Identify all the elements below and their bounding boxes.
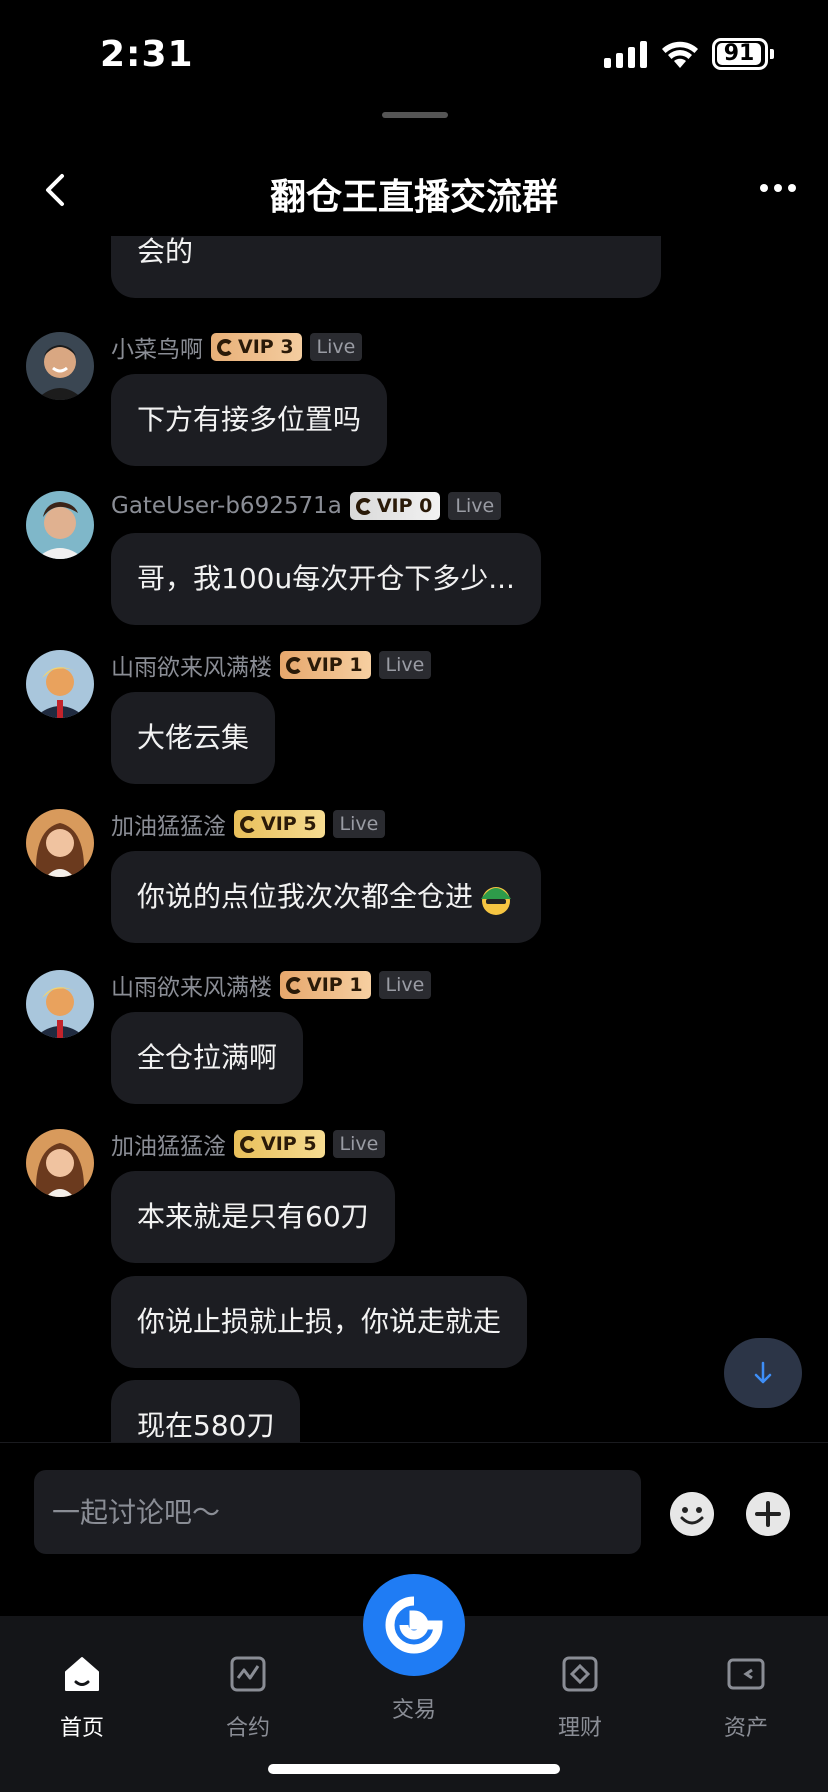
status-bar: 2:31 91 <box>0 0 828 100</box>
username[interactable]: 加油猛猛淦 <box>111 1127 226 1161</box>
message-bubble[interactable]: 大佬云集 <box>111 692 276 784</box>
emoji-icon[interactable] <box>670 1492 714 1536</box>
divider <box>0 1442 828 1443</box>
tab-home[interactable]: 首页 <box>22 1636 142 1742</box>
gate-logo-icon <box>240 1135 257 1153</box>
live-badge: Live <box>448 492 502 520</box>
tab-label: 理财 <box>557 1716 602 1741</box>
tab-finance[interactable]: 理财 <box>520 1636 640 1742</box>
message-bubble[interactable]: 下方有接多位置吗 <box>111 374 388 466</box>
tab-label: 资产 <box>723 1716 768 1741</box>
home-indicator <box>268 1764 560 1774</box>
chat-header: 翻仓王直播交流群 <box>0 150 828 230</box>
avatar[interactable] <box>26 970 94 1038</box>
live-badge: Live <box>332 810 386 838</box>
green-hat-emoji-icon <box>481 887 512 915</box>
gate-logo-icon <box>355 497 373 515</box>
message-meta: GateUser-b692571a VIP 0 Live <box>111 491 502 521</box>
message-meta: 加油猛猛淦 VIP 5 Live <box>111 807 386 841</box>
wifi-icon <box>662 41 698 68</box>
tab-trade-button[interactable] <box>363 1574 465 1676</box>
vip-badge: VIP 3 <box>211 333 302 361</box>
scroll-to-bottom-button[interactable] <box>724 1338 802 1408</box>
message-text: 你说的点位我次次都全仓进 <box>137 880 474 913</box>
message-bubble[interactable]: 哥，我100u每次开仓下多少... <box>111 533 541 625</box>
wallet-icon <box>727 1658 765 1690</box>
tab-label: 合约 <box>225 1716 270 1741</box>
message-bubble[interactable]: 你说止损就止损，你说走就走 <box>111 1276 528 1368</box>
message-meta: 小菜鸟啊 VIP 3 Live <box>111 330 363 364</box>
username[interactable]: 小菜鸟啊 <box>111 330 203 364</box>
username[interactable]: 加油猛猛淦 <box>111 807 226 841</box>
message-meta: 加油猛猛淦 VIP 5 Live <box>111 1127 386 1161</box>
message-meta: 山雨欲来风满楼 VIP 1 Live <box>111 648 432 682</box>
gate-logo-icon <box>286 656 303 674</box>
vip-badge: VIP 5 <box>234 1130 325 1158</box>
message-input[interactable] <box>34 1470 641 1554</box>
sheet-grab-handle[interactable] <box>382 112 448 118</box>
message-bubble[interactable]: 会的 <box>111 236 661 298</box>
gate-logo-icon <box>286 976 303 994</box>
vip-badge: VIP 1 <box>280 651 371 679</box>
message-bubble[interactable]: 本来就是只有60刀 <box>111 1171 395 1263</box>
live-badge: Live <box>378 971 432 999</box>
live-badge: Live <box>332 1130 386 1158</box>
message-input-container[interactable] <box>34 1470 641 1554</box>
finance-icon <box>562 1656 598 1692</box>
tab-label: 交易 <box>391 1698 436 1723</box>
avatar[interactable] <box>26 650 94 718</box>
chart-icon <box>230 1656 266 1692</box>
avatar[interactable] <box>26 332 94 400</box>
gate-logo-icon <box>217 338 234 356</box>
page-title: 翻仓王直播交流群 <box>269 177 558 218</box>
live-badge: Live <box>378 651 432 679</box>
username[interactable]: 山雨欲来风满楼 <box>111 968 272 1002</box>
message-meta: 山雨欲来风满楼 VIP 1 Live <box>111 968 432 1002</box>
live-badge: Live <box>309 333 363 361</box>
message-bubble[interactable]: 现在580刀 <box>111 1380 301 1442</box>
vip-badge: VIP 0 <box>349 492 441 520</box>
battery-icon: 91 <box>712 38 774 70</box>
tab-label: 首页 <box>59 1716 104 1741</box>
username[interactable]: GateUser-b692571a <box>111 493 342 519</box>
message-bubble[interactable]: 全仓拉满啊 <box>111 1012 304 1104</box>
chat-message-list[interactable]: 会的 小菜鸟啊 VIP 3 Live 下方有接多位置吗 GateUser-b69… <box>0 236 828 1442</box>
avatar[interactable] <box>26 1129 94 1197</box>
tab-assets[interactable]: 资产 <box>686 1636 806 1742</box>
battery-level: 91 <box>717 43 761 65</box>
more-options-icon[interactable] <box>760 184 796 192</box>
vip-badge: VIP 5 <box>234 810 325 838</box>
gate-logo-icon <box>240 815 257 833</box>
vip-badge: VIP 1 <box>280 971 371 999</box>
arrow-down-icon <box>754 1361 772 1384</box>
username[interactable]: 山雨欲来风满楼 <box>111 648 272 682</box>
tab-contract[interactable]: 合约 <box>188 1636 308 1742</box>
avatar[interactable] <box>26 809 94 877</box>
avatar[interactable] <box>26 491 94 559</box>
message-bubble[interactable]: 你说的点位我次次都全仓进 <box>111 851 542 943</box>
gate-logo-icon <box>385 1596 443 1654</box>
home-icon <box>65 1657 99 1691</box>
status-time: 2:31 <box>100 34 194 75</box>
plus-icon[interactable] <box>746 1492 790 1536</box>
cellular-signal-icon <box>604 40 647 68</box>
